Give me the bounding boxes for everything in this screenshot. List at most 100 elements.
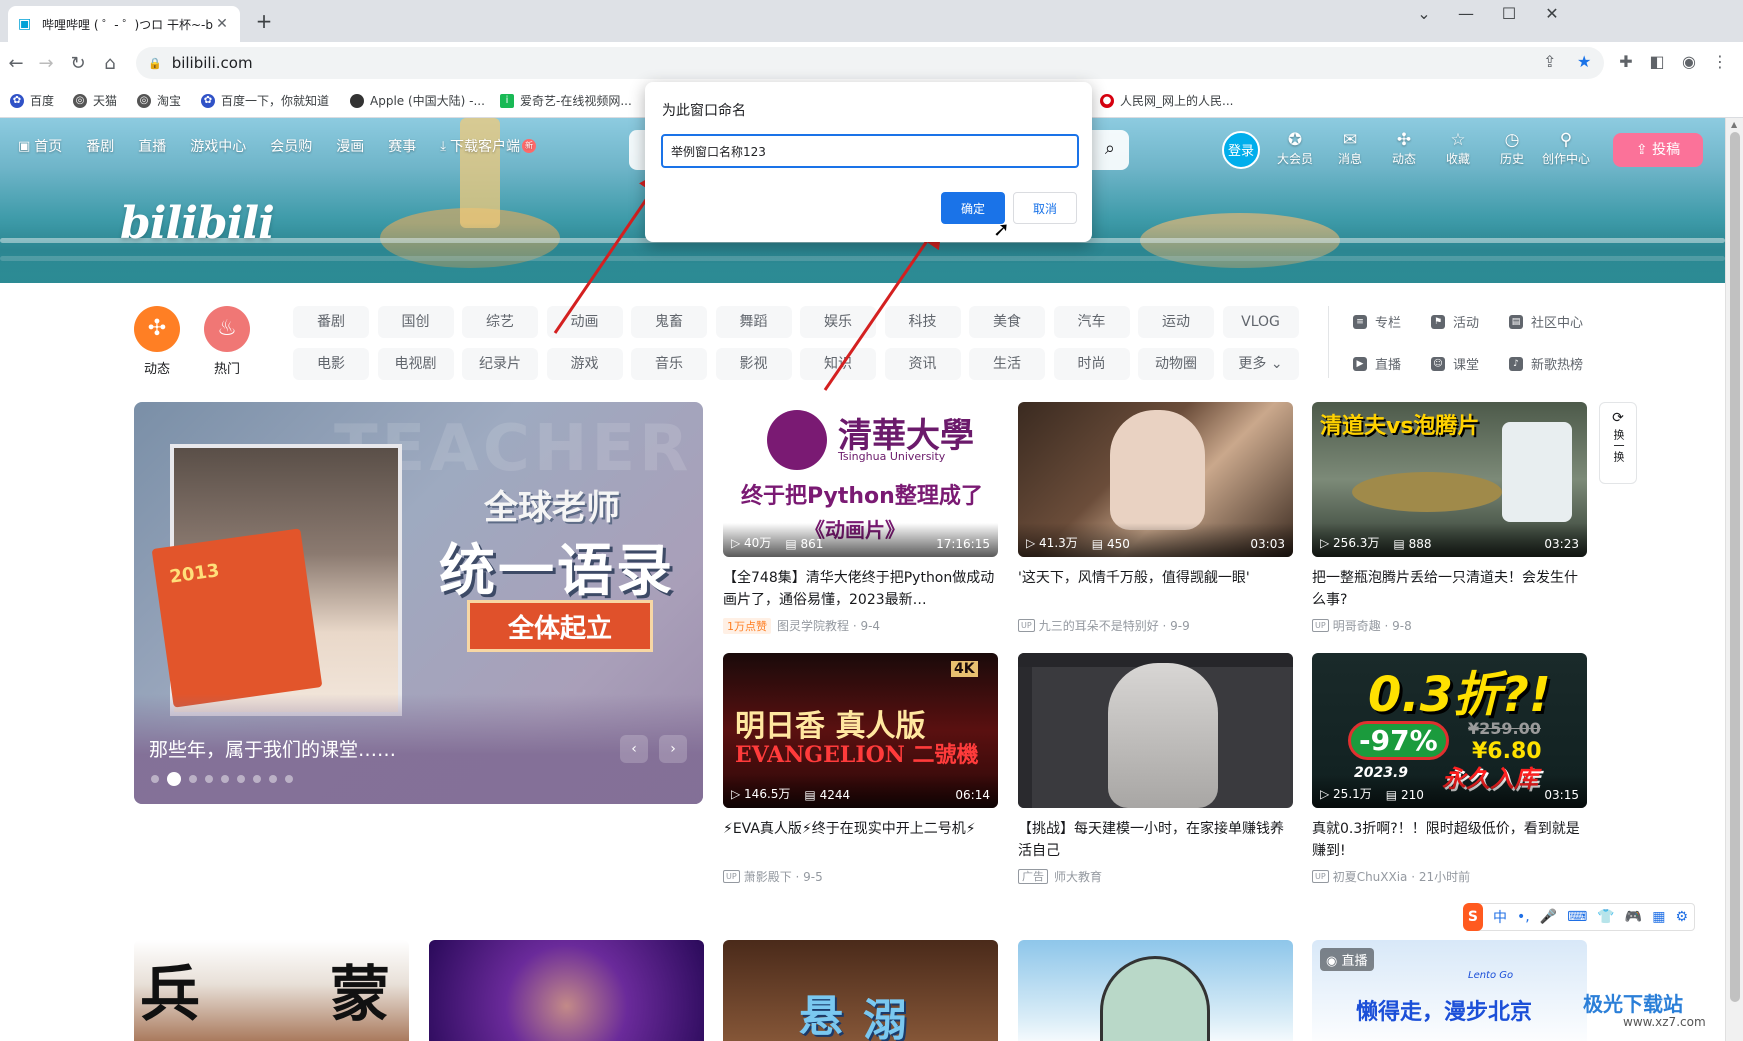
- scrollbar-thumb[interactable]: [1730, 132, 1740, 1002]
- channel-chip[interactable]: 国创: [377, 306, 454, 338]
- channel-chip[interactable]: 资讯: [884, 348, 961, 380]
- video-title[interactable]: 把一整瓶泡腾片丢给一只清道夫！会发生什么事?: [1312, 567, 1587, 611]
- carousel-dot[interactable]: [237, 775, 245, 783]
- video-card[interactable]: 【挑战】每天建模一小时，在家接单赚钱养活自己 广告 师大教育: [1018, 653, 1293, 885]
- channel-chip[interactable]: 舞蹈: [715, 306, 792, 338]
- channel-chip[interactable]: 科技: [884, 306, 961, 338]
- reload-icon[interactable]: ↻: [66, 52, 90, 76]
- video-title[interactable]: '这天下，风情千万般，值得觊觎一眼': [1018, 567, 1293, 611]
- video-thumbnail[interactable]: [1018, 653, 1293, 808]
- new-tab-button[interactable]: +: [254, 11, 274, 32]
- hero-carousel[interactable]: TEACHER 2013 全球老师 统一语录 全体起立 那些年，属于我们的课堂……: [134, 402, 703, 804]
- nav-download-client[interactable]: ⤓ 下载客户端新: [440, 136, 537, 156]
- nav-home[interactable]: ▣ 首页: [18, 136, 62, 156]
- ime-mode[interactable]: 中: [1493, 907, 1507, 927]
- channel-chip[interactable]: 娱乐: [800, 306, 876, 338]
- video-author[interactable]: 师大教育: [1054, 868, 1102, 885]
- video-author[interactable]: 九三的耳朵不是特别好: [1039, 617, 1159, 634]
- channel-chip[interactable]: 动物圈: [1138, 348, 1214, 380]
- home-icon[interactable]: ⌂: [98, 52, 122, 76]
- bookmark-item[interactable]: i 爱奇艺-在线视频网...: [500, 92, 632, 109]
- header-favorites[interactable]: ☆ 收藏: [1433, 130, 1483, 167]
- share-icon[interactable]: ⇪: [1543, 52, 1556, 71]
- channel-chip[interactable]: 电视剧: [377, 348, 454, 380]
- channel-chip[interactable]: 音乐: [631, 348, 707, 380]
- video-author[interactable]: 萧影殿下: [744, 868, 792, 885]
- bilibili-logo[interactable]: bilibili: [120, 198, 275, 249]
- video-thumbnail[interactable]: 清華大學 Tsinghua University 终于把Python整理成了 《…: [723, 402, 998, 557]
- video-card[interactable]: 悬 溺: [723, 940, 998, 1041]
- channel-chip[interactable]: 知识: [800, 348, 876, 380]
- channel-new-songs[interactable]: ♪ 新歌热榜: [1509, 354, 1583, 373]
- channel-chip[interactable]: 动画: [546, 306, 623, 338]
- video-thumbnail[interactable]: 0.3折?! -97% ¥259.00 ¥6.80 2023.9 永久入库 ▷ …: [1312, 653, 1587, 808]
- channel-activity[interactable]: ⚑ 活动: [1431, 312, 1479, 331]
- skin-icon[interactable]: 👕: [1597, 909, 1614, 925]
- nav-live[interactable]: 直播: [138, 136, 166, 156]
- bookmark-item[interactable]: ✿ 百度: [10, 92, 54, 109]
- nav-bangumi[interactable]: 番剧: [86, 136, 114, 156]
- channel-community[interactable]: ▤ 社区中心: [1509, 312, 1583, 331]
- carousel-next-button[interactable]: ›: [659, 735, 687, 763]
- carousel-prev-button[interactable]: ‹: [620, 735, 648, 763]
- channel-chip[interactable]: 运动: [1138, 306, 1214, 338]
- bookmark-item[interactable]: ● 人民网_网上的人民...: [1100, 92, 1233, 109]
- bookmark-star-icon[interactable]: ★: [1577, 52, 1591, 71]
- gamepad-icon[interactable]: 🎮: [1625, 909, 1642, 925]
- nav-match[interactable]: 赛事: [388, 136, 416, 156]
- search-icon[interactable]: ⌕: [1105, 138, 1115, 159]
- video-thumbnail[interactable]: 明日香 真人版 EVANGELION 二號機 4K ▷ 146.5万 ▤ 4244…: [723, 653, 998, 808]
- login-button[interactable]: 登录: [1222, 131, 1260, 169]
- profile-avatar-icon[interactable]: ◉: [1677, 52, 1701, 71]
- channel-chip[interactable]: 鬼畜: [631, 306, 707, 338]
- tab-search-icon[interactable]: ⌄: [1402, 4, 1446, 23]
- channel-chip[interactable]: 番剧: [293, 306, 369, 338]
- keyboard-icon[interactable]: ⌨: [1567, 909, 1587, 925]
- header-dynamics[interactable]: ✣ 动态: [1379, 130, 1429, 167]
- video-card[interactable]: 清道夫vs泡腾片 ▷ 256.3万 ▤ 888 03:23 把一整瓶泡腾片丢给一只清…: [1312, 402, 1587, 634]
- channel-chip[interactable]: 更多 ⌄: [1222, 348, 1299, 380]
- ime-toolbar[interactable]: S 中 •, 🎤 ⌨ 👕 🎮 ▦ ⚙: [1463, 903, 1695, 931]
- carousel-dot[interactable]: [285, 775, 293, 783]
- channel-chip[interactable]: 美食: [969, 306, 1045, 338]
- header-messages[interactable]: ✉ 消息: [1325, 130, 1375, 167]
- bookmark-item[interactable]: ◎ 天猫: [73, 92, 117, 109]
- side-panel-icon[interactable]: ◧: [1645, 52, 1669, 71]
- video-card[interactable]: ◉ 直播 懒得走，漫步北京 Lento Go: [1312, 940, 1587, 1041]
- video-card[interactable]: [1018, 940, 1293, 1041]
- channel-chip[interactable]: 纪录片: [462, 348, 538, 380]
- nav-manga[interactable]: 漫画: [336, 136, 364, 156]
- video-card[interactable]: 兵 蒙: [134, 940, 409, 1041]
- toolbox-icon[interactable]: ▦: [1652, 909, 1665, 925]
- video-card[interactable]: 清華大學 Tsinghua University 终于把Python整理成了 《…: [723, 402, 998, 634]
- video-card[interactable]: 0.3折?! -97% ¥259.00 ¥6.80 2023.9 永久入库 ▷ …: [1312, 653, 1587, 885]
- header-creator-center[interactable]: ⚲ 创作中心: [1541, 130, 1591, 167]
- channel-chip[interactable]: 游戏: [546, 348, 623, 380]
- video-title[interactable]: 【挑战】每天建模一小时，在家接单赚钱养活自己: [1018, 818, 1293, 862]
- refresh-recommend-button[interactable]: ⟳ 换一换: [1599, 402, 1637, 484]
- channel-chip[interactable]: 影视: [715, 348, 792, 380]
- video-author[interactable]: 明哥奇趣: [1333, 617, 1381, 634]
- upload-button[interactable]: ⇪ 投稿: [1613, 133, 1703, 167]
- page-scrollbar[interactable]: ▲: [1725, 118, 1743, 1041]
- nav-mall[interactable]: 会员购: [270, 136, 312, 156]
- channel-chip[interactable]: 汽车: [1053, 306, 1130, 338]
- carousel-dot[interactable]: [167, 772, 181, 786]
- video-author[interactable]: 图灵学院教程: [777, 617, 849, 634]
- window-name-input[interactable]: [661, 134, 1079, 168]
- active-tab[interactable]: ▣ 哔哩哔哩 ( ゜- ゜)つロ 干杯~-bilibili ✕: [8, 6, 240, 42]
- bookmark-item[interactable]: ✿ 百度一下，你就知道: [201, 92, 329, 109]
- channel-chip[interactable]: VLOG: [1222, 306, 1299, 338]
- microphone-icon[interactable]: 🎤: [1540, 909, 1557, 925]
- tab-close-icon[interactable]: ✕: [214, 16, 230, 32]
- menu-kebab-icon[interactable]: ⋮: [1708, 52, 1732, 71]
- video-title[interactable]: ⚡EVA真人版⚡终于在现实中开上二号机⚡: [723, 818, 998, 862]
- video-thumbnail[interactable]: ▷ 41.3万 ▤ 450 03:03: [1018, 402, 1293, 557]
- channel-column[interactable]: ≡ 专栏: [1353, 312, 1401, 331]
- settings-icon[interactable]: ⚙: [1675, 909, 1688, 925]
- maximize-button[interactable]: ☐: [1487, 4, 1531, 23]
- video-card[interactable]: ▷ 41.3万 ▤ 450 03:03 '这天下，风情千万般，值得觊觎一眼' UP 九…: [1018, 402, 1293, 634]
- channel-chip[interactable]: 时尚: [1053, 348, 1130, 380]
- video-card[interactable]: [429, 940, 704, 1041]
- forward-arrow-icon[interactable]: →: [34, 52, 58, 76]
